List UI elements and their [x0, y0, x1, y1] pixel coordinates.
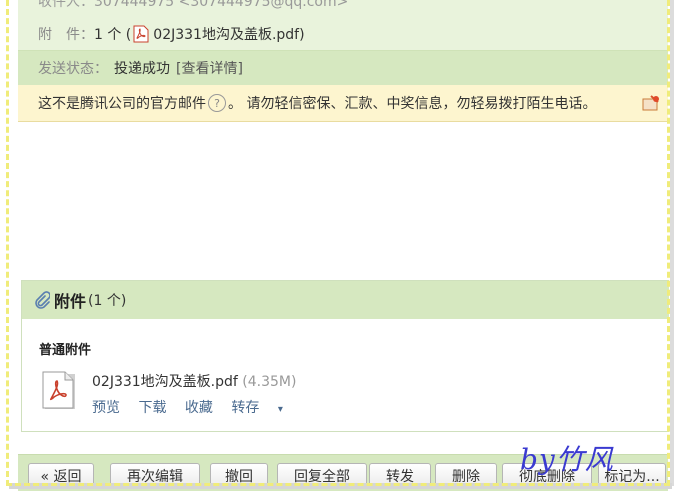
- attachment-file-link[interactable]: 02J331地沟及盖板.pdf): [153, 24, 304, 44]
- attachment-panel-count: (1 个): [88, 293, 127, 309]
- report-icon[interactable]: [642, 95, 660, 111]
- attachment-panel-title: 附件: [54, 292, 87, 311]
- warning-tip: 。 请勿轻信密保、汇款、中奖信息，勿轻易拨打陌生电话。: [228, 96, 597, 112]
- download-link[interactable]: 下载: [138, 400, 166, 416]
- attachment-panel: 附件 (1 个) 普通附件 02J331地沟及盖板.pdf (4.35M) 预览…: [21, 280, 669, 432]
- status-detail-link[interactable]: [查看详情]: [176, 58, 243, 78]
- frame-shadow-bottom: [9, 483, 672, 489]
- author-signature: by竹风: [520, 443, 614, 476]
- attachment-count: 1 个 (: [94, 27, 132, 43]
- chevron-down-icon: ▾: [277, 404, 283, 415]
- frame-shadow-right: [670, 0, 674, 486]
- attachment-label: 附 件：: [38, 27, 94, 43]
- help-icon[interactable]: ?: [208, 94, 226, 112]
- pdf-icon: [133, 25, 149, 43]
- send-status-bar: 发送状态： 投递成功 [查看详情]: [18, 50, 668, 85]
- status-value: 投递成功: [114, 61, 170, 77]
- status-label: 发送状态：: [38, 61, 108, 77]
- favorite-link[interactable]: 收藏: [185, 400, 213, 416]
- attachment-row: 附 件： 1 个 ( 02J331地沟及盖板.pdf): [38, 24, 305, 44]
- save-to-label: 转存: [231, 400, 260, 416]
- attachment-info: 02J331地沟及盖板.pdf (4.35M) 预览 下载 收藏 转存 ▾: [92, 371, 311, 417]
- warning-text: 这不是腾讯公司的官方邮件: [38, 96, 206, 112]
- mail-header: 收件人：307444975 <307444975@qq.com> 附 件： 1 …: [18, 0, 668, 50]
- save-to-dropdown[interactable]: 转存 ▾: [231, 400, 296, 416]
- attachment-filename[interactable]: 02J331地沟及盖板.pdf: [92, 374, 238, 390]
- security-warning: 这不是腾讯公司的官方邮件 ? 。 请勿轻信密保、汇款、中奖信息，勿轻易拨打陌生电…: [18, 85, 668, 122]
- attachment-section-title: 普通附件: [39, 343, 92, 358]
- attachment-panel-header: 附件 (1 个): [22, 281, 669, 319]
- attachment-item: 02J331地沟及盖板.pdf (4.35M) 预览 下载 收藏 转存 ▾: [42, 371, 311, 417]
- paperclip-icon: [35, 291, 50, 309]
- mail-view: 收件人：307444975 <307444975@qq.com> 附 件： 1 …: [18, 0, 669, 432]
- pdf-file-icon[interactable]: [42, 371, 80, 411]
- preview-link[interactable]: 预览: [92, 400, 120, 416]
- mail-body: [18, 122, 668, 280]
- recipient-row: 收件人：307444975 <307444975@qq.com>: [38, 0, 349, 10]
- attachment-filesize: (4.35M): [242, 374, 297, 390]
- attachment-title-row: 02J331地沟及盖板.pdf (4.35M): [92, 371, 311, 391]
- attachment-panel-body: 普通附件 02J331地沟及盖板.pdf (4.35M) 预览 下载 收藏 转存…: [22, 319, 669, 431]
- attachment-actions: 预览 下载 收藏 转存 ▾: [92, 397, 311, 417]
